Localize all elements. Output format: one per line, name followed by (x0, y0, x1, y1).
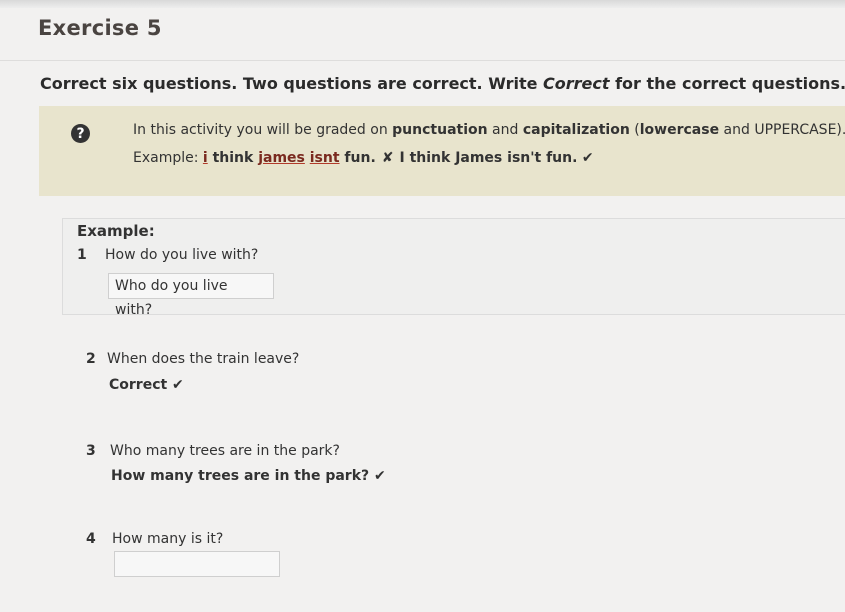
question-text: Who many trees are in the park? (110, 443, 340, 459)
question-number: 4 (86, 531, 96, 547)
answer-text[interactable]: How many trees are in the park? ✔ (111, 468, 386, 484)
question-icon[interactable]: ? (71, 124, 90, 143)
question-number: 1 (77, 247, 87, 263)
exercise-title: Exercise 5 (38, 16, 162, 40)
correct-example-sentence: I think James isn't fun. (399, 150, 578, 166)
question-number: 2 (86, 351, 96, 367)
example-answer-field: Who do you live with? (108, 273, 274, 318)
info-text: In this activity you will be graded on (133, 122, 393, 138)
check-icon: ✔ (581, 150, 594, 166)
instruction-text: Correct six questions. Two questions are… (40, 74, 845, 93)
info-text: and (487, 122, 523, 138)
instruction-italic: Correct (543, 74, 610, 93)
example-word: fun. (339, 150, 376, 166)
question-number: 3 (86, 443, 96, 459)
info-text: ( (629, 122, 640, 138)
info-punctuation: punctuation (392, 122, 488, 138)
example-word: think (207, 150, 259, 166)
question-text: How do you live with? (105, 247, 259, 263)
question-text: How many is it? (112, 531, 224, 547)
info-example-label: Example: (133, 150, 203, 166)
answer-input[interactable] (114, 551, 280, 577)
error-word: isnt (309, 150, 340, 166)
example-box: Example: 1 How do you live with? Who do … (62, 218, 845, 318)
info-capitalization: capitalization (522, 122, 630, 138)
error-word: james (258, 150, 305, 166)
info-box: ? In this activity you will be graded on… (39, 106, 845, 196)
x-icon: ✘ (381, 150, 394, 166)
info-lowercase: lowercase (639, 122, 720, 138)
example-label: Example: (77, 222, 155, 240)
instruction-main: Correct six questions. Two questions are… (40, 74, 544, 93)
question-text: When does the train leave? (107, 351, 300, 367)
top-bar (0, 0, 845, 8)
info-line-grading: In this activity you will be graded on p… (133, 122, 845, 138)
info-line-example: Example: i think james isnt fun. ✘ I think… (133, 150, 594, 166)
divider (0, 60, 845, 61)
answer-text[interactable]: Correct ✔ (109, 377, 184, 393)
info-text: and UPPERCASE). (719, 122, 845, 138)
instruction-end: for the correct questions. (609, 74, 845, 93)
